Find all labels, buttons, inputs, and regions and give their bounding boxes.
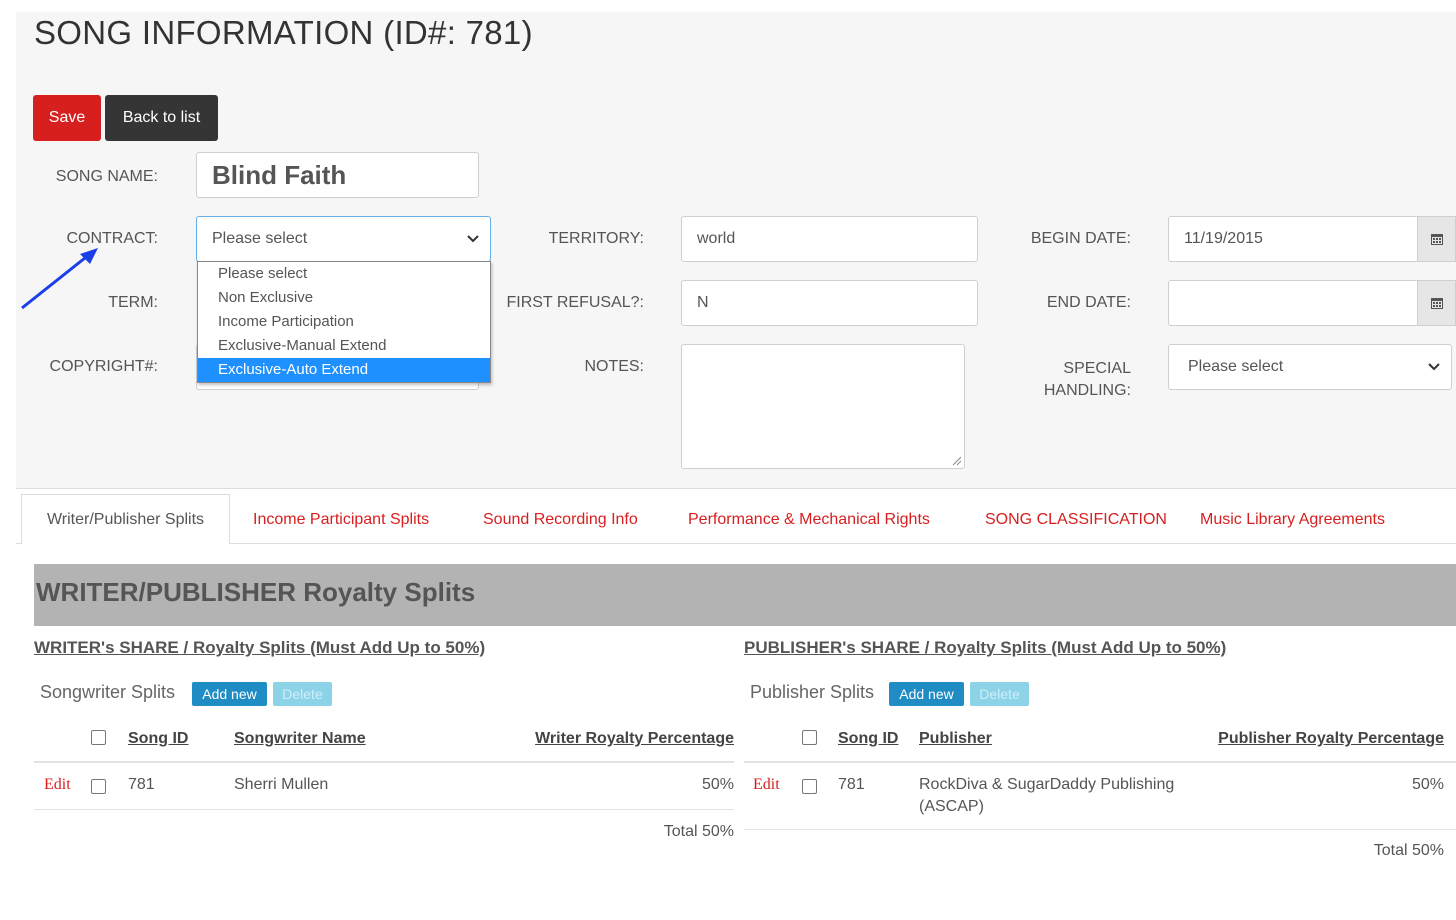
writer-col-name[interactable]: Songwriter Name: [234, 730, 366, 748]
contract-option[interactable]: Exclusive-Manual Extend: [198, 334, 490, 358]
publisher-splits-label: Publisher Splits: [750, 682, 875, 702]
territory-label: TERRITORY:: [548, 230, 644, 247]
contract-option-highlighted[interactable]: Exclusive-Auto Extend: [198, 358, 490, 382]
back-to-list-button[interactable]: Back to list: [105, 95, 218, 141]
writer-delete-button[interactable]: Delete: [273, 682, 332, 706]
first-refusal-input[interactable]: N: [681, 280, 978, 326]
tab-performance-mechanical-rights[interactable]: Performance & Mechanical Rights: [688, 511, 930, 529]
publisher-add-new-button[interactable]: Add new: [889, 682, 964, 706]
special-handling-label-line1: SPECIAL: [1063, 360, 1131, 377]
publisher-share-title: PUBLISHER's SHARE / Royalty Splits (Must…: [744, 638, 1227, 657]
publisher-row-percentage: 50%: [1411, 776, 1444, 793]
writer-add-new-button[interactable]: Add new: [192, 682, 267, 706]
tab-song-classification[interactable]: SONG CLASSIFICATION: [985, 511, 1167, 529]
begin-date-input[interactable]: 11/19/2015: [1168, 216, 1418, 262]
tab-income-participant-splits[interactable]: Income Participant Splits: [253, 511, 429, 529]
song-name-input[interactable]: Blind Faith: [196, 152, 479, 198]
contract-select-value: Please select: [212, 230, 308, 247]
copyright-label: COPYRIGHT#:: [49, 358, 158, 375]
first-refusal-label: FIRST REFUSAL?:: [506, 294, 644, 311]
special-handling-label: SPECIAL HANDLING:: [990, 358, 1131, 402]
writer-select-all-checkbox[interactable]: [91, 730, 106, 745]
notes-textarea[interactable]: [681, 344, 965, 469]
writer-col-song-id[interactable]: Song ID: [128, 730, 188, 748]
writer-edit-link[interactable]: Edit: [44, 776, 71, 794]
special-handling-select[interactable]: Please select: [1168, 344, 1452, 390]
section-title: WRITER/PUBLISHER Royalty Splits: [34, 564, 1456, 626]
publisher-delete-button[interactable]: Delete: [970, 682, 1029, 706]
chevron-down-icon: [1427, 345, 1441, 389]
end-date-label: END DATE:: [1046, 294, 1131, 311]
writer-row-checkbox[interactable]: [91, 779, 106, 794]
territory-input[interactable]: world: [681, 216, 978, 262]
page-title: SONG INFORMATION (ID#: 781): [34, 14, 533, 51]
tab-music-library-agreements[interactable]: Music Library Agreements: [1200, 511, 1385, 529]
publisher-col-song-id[interactable]: Song ID: [838, 730, 898, 748]
writer-row-name: Sherri Mullen: [234, 776, 329, 793]
publisher-row-name-line1: RockDiva & SugarDaddy Publishing: [919, 776, 1175, 793]
publisher-col-name[interactable]: Publisher: [919, 730, 992, 748]
divider: [34, 809, 734, 810]
publisher-row-name-line2: (ASCAP): [919, 798, 984, 815]
calendar-icon[interactable]: [1418, 280, 1456, 326]
writer-share-title: WRITER's SHARE / Royalty Splits (Must Ad…: [34, 638, 486, 657]
tab-writer-publisher-splits[interactable]: Writer/Publisher Splits: [21, 494, 230, 545]
divider: [744, 829, 1456, 830]
publisher-edit-link[interactable]: Edit: [753, 776, 780, 794]
calendar-icon[interactable]: [1418, 216, 1456, 262]
save-button[interactable]: Save: [33, 95, 101, 141]
songwriter-splits-label: Songwriter Splits: [40, 682, 176, 702]
contract-select[interactable]: Please select: [196, 216, 491, 262]
song-name-label: SONG NAME:: [55, 168, 158, 185]
writer-row-song-id: 781: [128, 776, 155, 793]
tab-sound-recording-info[interactable]: Sound Recording Info: [483, 511, 638, 529]
writer-total: Total 50%: [663, 823, 734, 840]
writer-row-percentage: 50%: [701, 776, 734, 793]
begin-date-label: BEGIN DATE:: [1030, 230, 1131, 247]
contract-option[interactable]: Income Participation: [198, 310, 490, 334]
contract-option[interactable]: Non Exclusive: [198, 286, 490, 310]
chevron-down-icon: [466, 217, 480, 261]
publisher-row-song-id: 781: [838, 776, 865, 793]
end-date-input[interactable]: [1168, 280, 1418, 326]
annotation-arrow-icon: [21, 248, 98, 310]
divider: [744, 761, 1456, 763]
contract-dropdown-list: Please select Non Exclusive Income Parti…: [197, 261, 491, 383]
divider: [34, 761, 734, 763]
resize-handle-icon[interactable]: [950, 454, 962, 466]
writer-col-percentage[interactable]: Writer Royalty Percentage: [535, 730, 734, 748]
publisher-col-percentage[interactable]: Publisher Royalty Percentage: [1218, 730, 1444, 748]
contract-option[interactable]: Please select: [198, 262, 490, 286]
publisher-total: Total 50%: [1373, 842, 1444, 859]
notes-label: NOTES:: [584, 358, 644, 375]
special-handling-label-line2: HANDLING:: [1043, 382, 1131, 399]
special-handling-value: Please select: [1188, 358, 1284, 375]
publisher-select-all-checkbox[interactable]: [802, 730, 817, 745]
publisher-row-checkbox[interactable]: [802, 779, 817, 794]
